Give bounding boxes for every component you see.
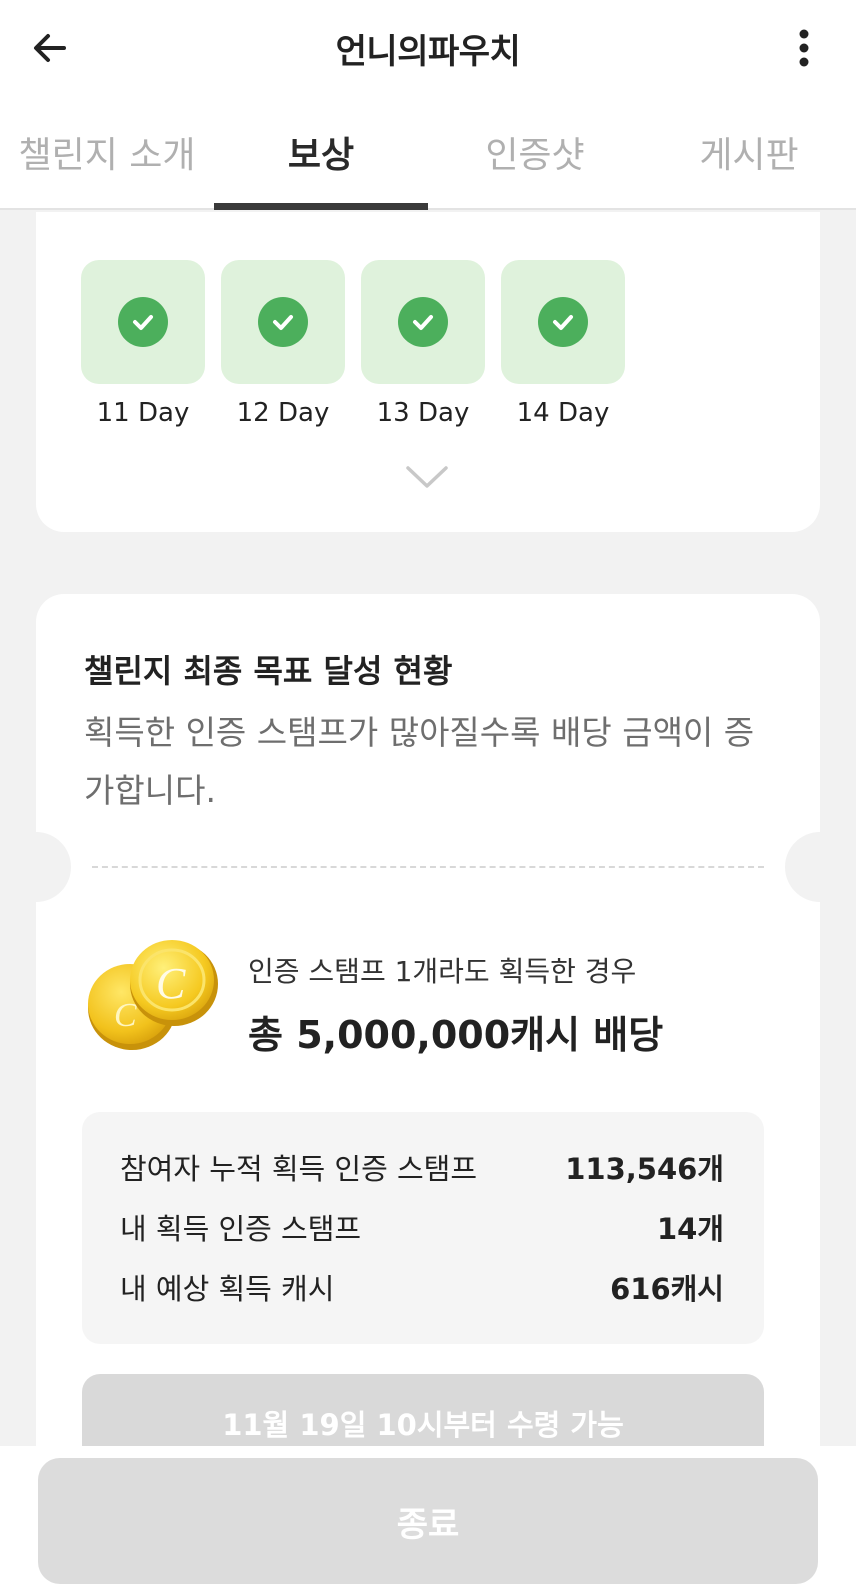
arrow-left-icon [34,34,66,62]
stamp-day-label: 11 Day [96,398,190,428]
stat-label: 참여자 누적 획득 인증 스탬프 [120,1152,478,1186]
svg-text:C: C [156,959,186,1008]
ticket-notch [1,832,71,902]
tab-bar: 챌린지 소개 보상 인증샷 게시판 [0,96,856,210]
coin-icon: C C [84,938,224,1058]
stat-row: 내 예상 획득 캐시 616캐시 [120,1266,724,1326]
stamp-box [221,260,345,384]
stat-row: 내 획득 인증 스탬프 14개 [120,1206,724,1266]
goal-description: 획득한 인증 스탬프가 많아질수록 배당 금액이 증가합니다. [84,713,755,810]
stamp-day-label: 14 Day [516,398,610,428]
divider [92,866,764,868]
reward-amount: 총 5,000,000캐시 배당 [248,1013,664,1057]
stamp-day: 13 Day [361,260,485,428]
stat-value: 113,546개 [565,1152,724,1186]
back-button[interactable] [28,24,72,72]
bottom-bar: 종료 [0,1446,856,1588]
stat-value: 14개 [656,1212,724,1246]
stamp-day: 11 Day [81,260,205,428]
page-title: 언니의파우치 [335,31,521,72]
check-circle-icon [258,297,308,347]
stamp-day: 12 Day [221,260,345,428]
app-bar: 언니의파우치 [0,0,856,96]
stamp-day-label: 12 Day [236,398,330,428]
goal-status-card: 챌린지 최종 목표 달성 현황 획득한 인증 스탬프가 많아질수록 배당 금액이… [1,594,855,1462]
tab-challenge-intro[interactable]: 챌린지 소개 [0,96,214,208]
tab-board[interactable]: 게시판 [642,96,856,208]
stats-box: 참여자 누적 획득 인증 스탬프 113,546개 내 획득 인증 스탬프 14… [82,1112,764,1344]
expand-button[interactable] [402,462,452,492]
stamp-card: 11 Day 12 Day 13 Day 14 Day [36,212,820,532]
stat-row: 참여자 누적 획득 인증 스탬프 113,546개 [120,1146,724,1206]
check-circle-icon [538,297,588,347]
stamp-day: 14 Day [501,260,625,428]
check-circle-icon [398,297,448,347]
tab-proof-shots[interactable]: 인증샷 [428,96,642,208]
chevron-down-icon [406,466,448,488]
stat-label: 내 예상 획득 캐시 [120,1272,335,1306]
reward-condition: 인증 스탬프 1개라도 획득한 경우 [248,955,637,988]
stamp-box [361,260,485,384]
tab-reward[interactable]: 보상 [214,96,428,210]
more-vertical-icon [799,29,809,67]
svg-text:C: C [114,997,137,1034]
ticket-notch [785,832,855,902]
stamp-box [501,260,625,384]
end-button[interactable]: 종료 [38,1458,818,1584]
stat-value: 616캐시 [610,1272,724,1306]
stamp-day-label: 13 Day [376,398,470,428]
more-options-button[interactable] [784,24,824,72]
stamp-day-list: 11 Day 12 Day 13 Day 14 Day [81,260,625,428]
stat-label: 내 획득 인증 스탬프 [120,1212,362,1246]
stamp-box [81,260,205,384]
scroll-content[interactable]: 11 Day 12 Day 13 Day 14 Day 챌린지 최종 목표 달성… [0,212,856,1462]
goal-title: 챌린지 최종 목표 달성 현황 [84,652,453,690]
check-circle-icon [118,297,168,347]
